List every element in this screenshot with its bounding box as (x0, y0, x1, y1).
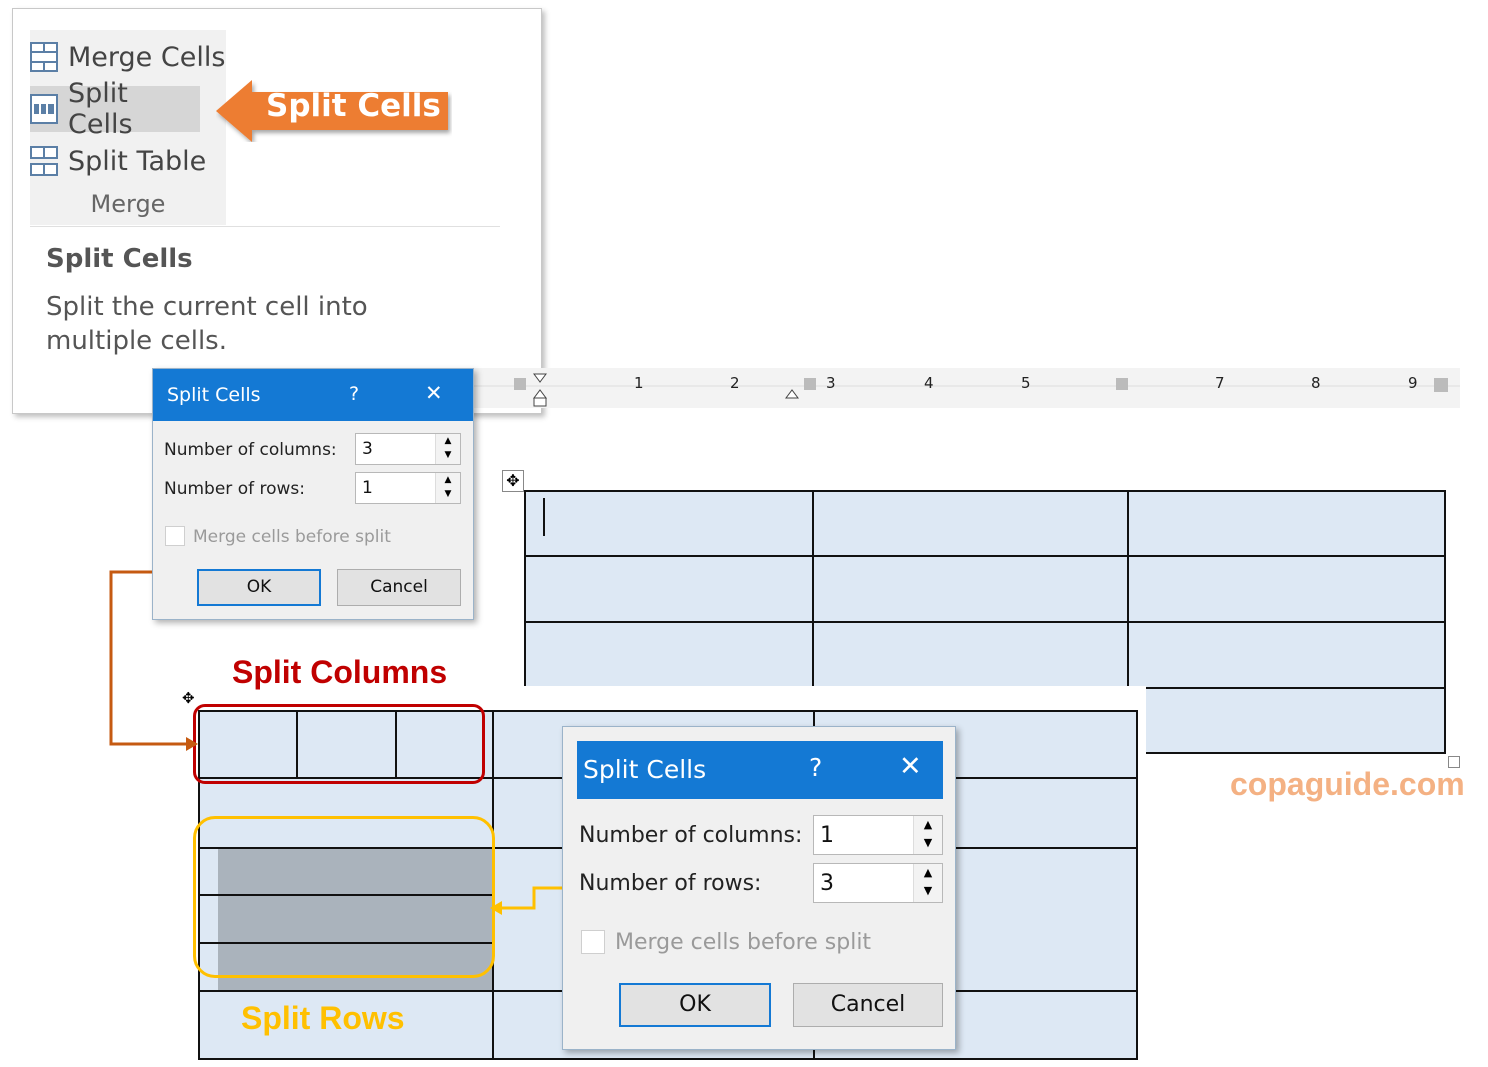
watermark: copaguide.com (1230, 766, 1465, 802)
rows-stepper[interactable]: 3 ▲ ▼ (813, 863, 943, 903)
text-cursor (543, 498, 545, 536)
rows-label: Number of rows: (579, 871, 762, 896)
table-border (524, 490, 1446, 492)
split-columns-highlight (193, 704, 485, 784)
merge-before-split-label: Merge cells before split (193, 527, 391, 547)
cancel-button[interactable]: Cancel (793, 983, 943, 1027)
ruler-number: 1 (634, 374, 644, 392)
merge-before-split-checkbox[interactable] (581, 930, 605, 954)
dialog-title: Split Cells (167, 384, 261, 406)
split-cells-button[interactable]: Split Cells (30, 78, 200, 140)
split-rows-label: Split Rows (241, 1000, 405, 1036)
columns-label: Number of columns: (579, 823, 803, 848)
table-border (1136, 710, 1138, 1060)
merge-group-label: Merge (90, 190, 166, 218)
table-border (524, 555, 1446, 557)
merge-before-split-label: Merge cells before split (615, 930, 872, 955)
tooltip-title: Split Cells (46, 244, 193, 274)
help-icon[interactable]: ? (809, 753, 822, 782)
table-border (198, 1058, 1138, 1060)
split-columns-label: Split Columns (232, 654, 448, 690)
ruler-number: 9 (1408, 374, 1418, 392)
close-icon[interactable]: ✕ (425, 381, 443, 405)
ruler-number: 7 (1215, 374, 1225, 392)
columns-value: 1 (820, 823, 834, 848)
merge-cells-button[interactable]: Merge Cells (30, 34, 226, 80)
dialog-titlebar: Split Cells ? ✕ (153, 369, 473, 421)
ok-button[interactable]: OK (197, 569, 321, 606)
ruler-number: 2 (730, 374, 740, 392)
spin-arrows-icon[interactable]: ▲ ▼ (435, 434, 460, 464)
split-cells-label: Split Cells (68, 78, 133, 140)
ruler-number: 4 (924, 374, 934, 392)
table-border (1444, 490, 1446, 754)
merge-cells-icon (30, 42, 58, 72)
dialog-title: Split Cells (583, 755, 707, 784)
ruler-number: 3 (826, 374, 836, 392)
split-cells-dialog-small: Split Cells ? ✕ Number of columns: 3 ▲ ▼ … (152, 368, 474, 620)
split-table-label: Split Table (68, 145, 207, 177)
merge-cells-label: Merge Cells (68, 41, 226, 73)
cancel-button[interactable]: Cancel (337, 569, 461, 606)
split-rows-highlight (193, 816, 495, 978)
spin-arrows-icon[interactable]: ▲ ▼ (913, 816, 942, 854)
ruler-number: 8 (1311, 374, 1321, 392)
horizontal-ruler[interactable]: 1 2 3 4 5 7 8 9 (470, 368, 1460, 408)
rows-value: 3 (820, 871, 834, 896)
spin-arrows-icon[interactable]: ▲ ▼ (913, 864, 942, 902)
split-table-icon (30, 146, 58, 176)
columns-stepper[interactable]: 3 ▲ ▼ (355, 433, 461, 465)
columns-value: 3 (362, 439, 373, 459)
columns-stepper[interactable]: 1 ▲ ▼ (813, 815, 943, 855)
close-icon[interactable]: ✕ (899, 751, 922, 782)
callout-label: Split Cells (266, 88, 441, 124)
columns-label: Number of columns: (164, 440, 337, 460)
split-table-button[interactable]: Split Table (30, 138, 226, 184)
rows-label: Number of rows: (164, 479, 305, 499)
rows-value: 1 (362, 478, 373, 498)
help-icon[interactable]: ? (349, 383, 359, 405)
spin-arrows-icon[interactable]: ▲ ▼ (435, 473, 460, 503)
rows-stepper[interactable]: 1 ▲ ▼ (355, 472, 461, 504)
tooltip-description: Split the current cell into multiple cel… (46, 292, 368, 356)
table-move-handle-icon[interactable]: ✥ (502, 470, 524, 492)
table-border (524, 621, 1446, 623)
split-cells-dialog-large: Split Cells ? ✕ Number of columns: 1 ▲ ▼ … (562, 726, 956, 1050)
dialog-titlebar: Split Cells ? ✕ (577, 741, 943, 799)
merge-before-split-checkbox[interactable] (165, 526, 185, 546)
ok-button[interactable]: OK (619, 983, 771, 1027)
divider (30, 226, 500, 227)
split-cells-icon (30, 94, 58, 124)
ruler-number: 5 (1021, 374, 1031, 392)
